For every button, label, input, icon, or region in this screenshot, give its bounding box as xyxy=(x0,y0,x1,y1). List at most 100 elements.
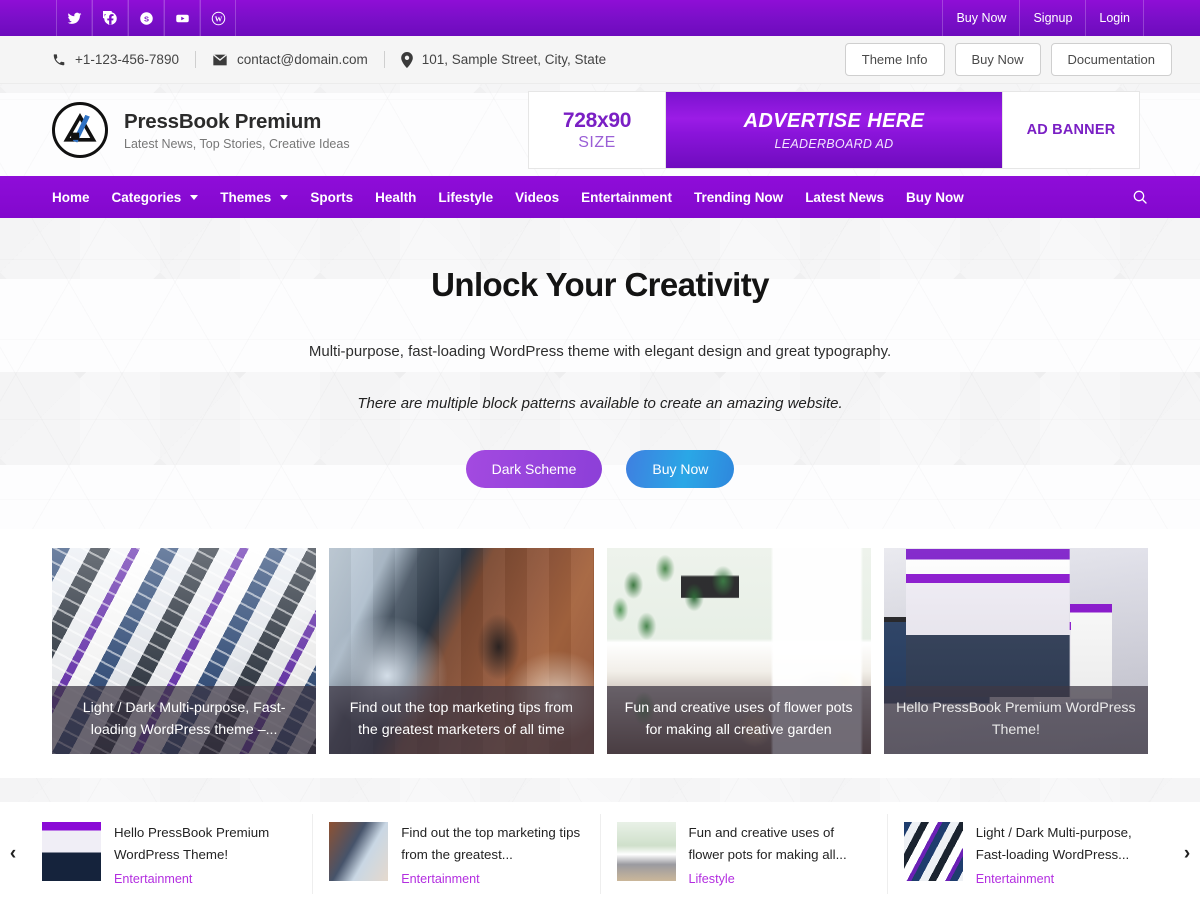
nav-label: Themes xyxy=(220,189,272,205)
documentation-button[interactable]: Documentation xyxy=(1050,43,1172,76)
site-title: PressBook Premium xyxy=(124,109,322,133)
site-branding[interactable]: PressBook Premium Latest News, Top Stori… xyxy=(52,102,350,158)
responsive-devices-image xyxy=(883,548,1148,754)
nav-item-entertainment[interactable]: Entertainment xyxy=(581,190,672,205)
contact-phone-text: +1-123-456-7890 xyxy=(75,52,179,67)
list-item[interactable]: Fun and creative uses of flower pots for… xyxy=(601,814,888,895)
ad-creative[interactable]: ADVERTISE HERE LEADERBOARD AD xyxy=(666,92,1002,168)
list-item[interactable]: Light / Dark Multi-purpose, Fast-loading… xyxy=(888,814,1174,894)
carousel-next-icon[interactable]: › xyxy=(1174,814,1200,894)
skype-icon[interactable]: S xyxy=(128,0,164,36)
nav-item-home[interactable]: Home xyxy=(52,190,90,205)
carousel-items: Hello PressBook Premium WordPress Theme!… xyxy=(26,814,1174,895)
main-navigation: Home Categories Themes Sports Health Lif… xyxy=(0,176,1200,218)
featured-card[interactable]: Fun and creative uses of flower pots for… xyxy=(606,548,871,754)
chevron-down-icon xyxy=(190,194,199,200)
nav-item-health[interactable]: Health xyxy=(375,190,416,205)
nav-label: Health xyxy=(375,189,417,205)
ad-headline: ADVERTISE HERE xyxy=(743,109,925,132)
carousel-item-title: Fun and creative uses of flower pots for… xyxy=(688,825,847,862)
youtube-icon[interactable] xyxy=(164,0,200,36)
site-tagline: Latest News, Top Stories, Creative Ideas xyxy=(124,136,350,151)
carousel-prev-icon[interactable]: ‹ xyxy=(0,814,26,894)
ad-subline: LEADERBOARD AD xyxy=(774,136,894,151)
nav-label: Buy Now xyxy=(905,189,964,205)
featured-card[interactable]: Hello PressBook Premium WordPress Theme! xyxy=(883,548,1148,754)
top-utility-bar: S W Buy Now Signup Login xyxy=(0,0,1200,36)
location-pin-icon xyxy=(400,51,413,68)
hero-subtext-secondary: There are multiple block patterns availa… xyxy=(357,395,843,412)
contact-email[interactable]: contact@domain.com xyxy=(212,52,368,67)
buy-now-button[interactable]: Buy Now xyxy=(954,43,1041,76)
phone-icon xyxy=(53,53,65,65)
svg-text:S: S xyxy=(143,14,148,23)
nav-label: Trending Now xyxy=(693,189,784,205)
nav-item-latest-news[interactable]: Latest News xyxy=(805,190,884,205)
carousel-item-category[interactable]: Entertainment xyxy=(114,872,298,886)
list-item[interactable]: Hello PressBook Premium WordPress Theme!… xyxy=(26,814,314,895)
carousel-item-meta: Find out the top marketing tips from the… xyxy=(401,822,585,886)
nav-label: Latest News xyxy=(805,189,884,205)
featured-card-caption: Light / Dark Multi-purpose, Fast-loading… xyxy=(52,686,317,754)
nav-label: Sports xyxy=(310,189,354,205)
list-item[interactable]: Find out the top marketing tips from the… xyxy=(313,814,601,895)
topbar-buy-now-link[interactable]: Buy Now xyxy=(942,0,1019,36)
carousel-item-title: Light / Dark Multi-purpose, Fast-loading… xyxy=(975,825,1132,862)
nav-label: Home xyxy=(52,189,90,205)
carousel-thumbnail xyxy=(329,822,389,881)
nav-item-videos[interactable]: Videos xyxy=(515,190,559,205)
carousel-item-meta: Fun and creative uses of flower pots for… xyxy=(689,822,873,886)
nav-label: Videos xyxy=(515,189,560,205)
hero-button-group: Dark Scheme Buy Now xyxy=(465,450,735,488)
top-bar-links: Buy Now Signup Login xyxy=(942,0,1144,36)
laptop-desk-thumb xyxy=(329,822,389,881)
nav-item-themes[interactable]: Themes xyxy=(220,189,289,205)
leaderboard-ad-banner[interactable]: 728x90 SIZE ADVERTISE HERE LEADERBOARD A… xyxy=(528,91,1140,169)
ad-banner-label: AD BANNER xyxy=(1002,92,1139,168)
living-room-thumb xyxy=(616,822,676,881)
nav-item-trending-now[interactable]: Trending Now xyxy=(694,190,783,205)
nav-item-sports[interactable]: Sports xyxy=(310,190,353,205)
topbar-signup-link[interactable]: Signup xyxy=(1019,0,1085,36)
divider xyxy=(383,51,385,68)
header-action-buttons: Theme Info Buy Now Documentation xyxy=(844,43,1172,76)
hero-buy-now-button[interactable]: Buy Now xyxy=(626,450,735,488)
ad-size-word: SIZE xyxy=(578,133,616,151)
contact-bar: +1-123-456-7890 contact@domain.com 101, … xyxy=(0,36,1200,84)
wordpress-icon[interactable]: W xyxy=(200,0,236,36)
theme-info-button[interactable]: Theme Info xyxy=(844,43,945,76)
nav-item-lifestyle[interactable]: Lifestyle xyxy=(438,190,493,205)
carousel-item-title: Find out the top marketing tips from the… xyxy=(401,825,581,862)
featured-card[interactable]: Light / Dark Multi-purpose, Fast-loading… xyxy=(52,548,317,754)
page-root: S W Buy Now Signup Login +1-123-456-7890… xyxy=(0,0,1200,900)
carousel-item-title: Hello PressBook Premium WordPress Theme! xyxy=(114,825,270,862)
search-icon[interactable] xyxy=(1132,189,1148,205)
featured-card-image xyxy=(883,548,1148,754)
nav-label: Categories xyxy=(111,189,182,205)
social-links: S W xyxy=(56,0,236,36)
topbar-login-link[interactable]: Login xyxy=(1085,0,1144,36)
carousel-thumbnail xyxy=(42,822,101,881)
nav-item-categories[interactable]: Categories xyxy=(112,190,199,205)
hero-section: Unlock Your Creativity Multi-purpose, fa… xyxy=(0,218,1200,529)
hero-subtext-primary: Multi-purpose, fast-loading WordPress th… xyxy=(308,343,892,360)
twitter-icon[interactable] xyxy=(56,0,92,36)
carousel-thumbnail xyxy=(903,822,963,881)
facebook-icon[interactable] xyxy=(92,0,128,36)
featured-card[interactable]: Find out the top marketing tips from the… xyxy=(329,548,594,754)
contact-address: 101, Sample Street, City, State xyxy=(400,51,606,68)
featured-posts-band: Light / Dark Multi-purpose, Fast-loading… xyxy=(0,529,1200,778)
carousel-item-meta: Light / Dark Multi-purpose, Fast-loading… xyxy=(976,822,1160,886)
carousel-item-category[interactable]: Entertainment xyxy=(401,872,585,886)
nav-label: Entertainment xyxy=(581,189,672,205)
svg-text:W: W xyxy=(214,14,222,23)
dark-scheme-button[interactable]: Dark Scheme xyxy=(465,450,603,488)
carousel-item-category[interactable]: Entertainment xyxy=(976,872,1160,886)
ad-banner-text: AD BANNER xyxy=(1026,122,1116,138)
contact-email-text: contact@domain.com xyxy=(236,52,368,67)
ad-size-label: 728x90 SIZE xyxy=(529,92,666,168)
nav-item-buy-now[interactable]: Buy Now xyxy=(906,190,964,205)
contact-phone[interactable]: +1-123-456-7890 xyxy=(52,52,179,67)
carousel-item-category[interactable]: Lifestyle xyxy=(689,872,873,886)
post-carousel: ‹ Hello PressBook Premium WordPress Them… xyxy=(0,802,1200,900)
